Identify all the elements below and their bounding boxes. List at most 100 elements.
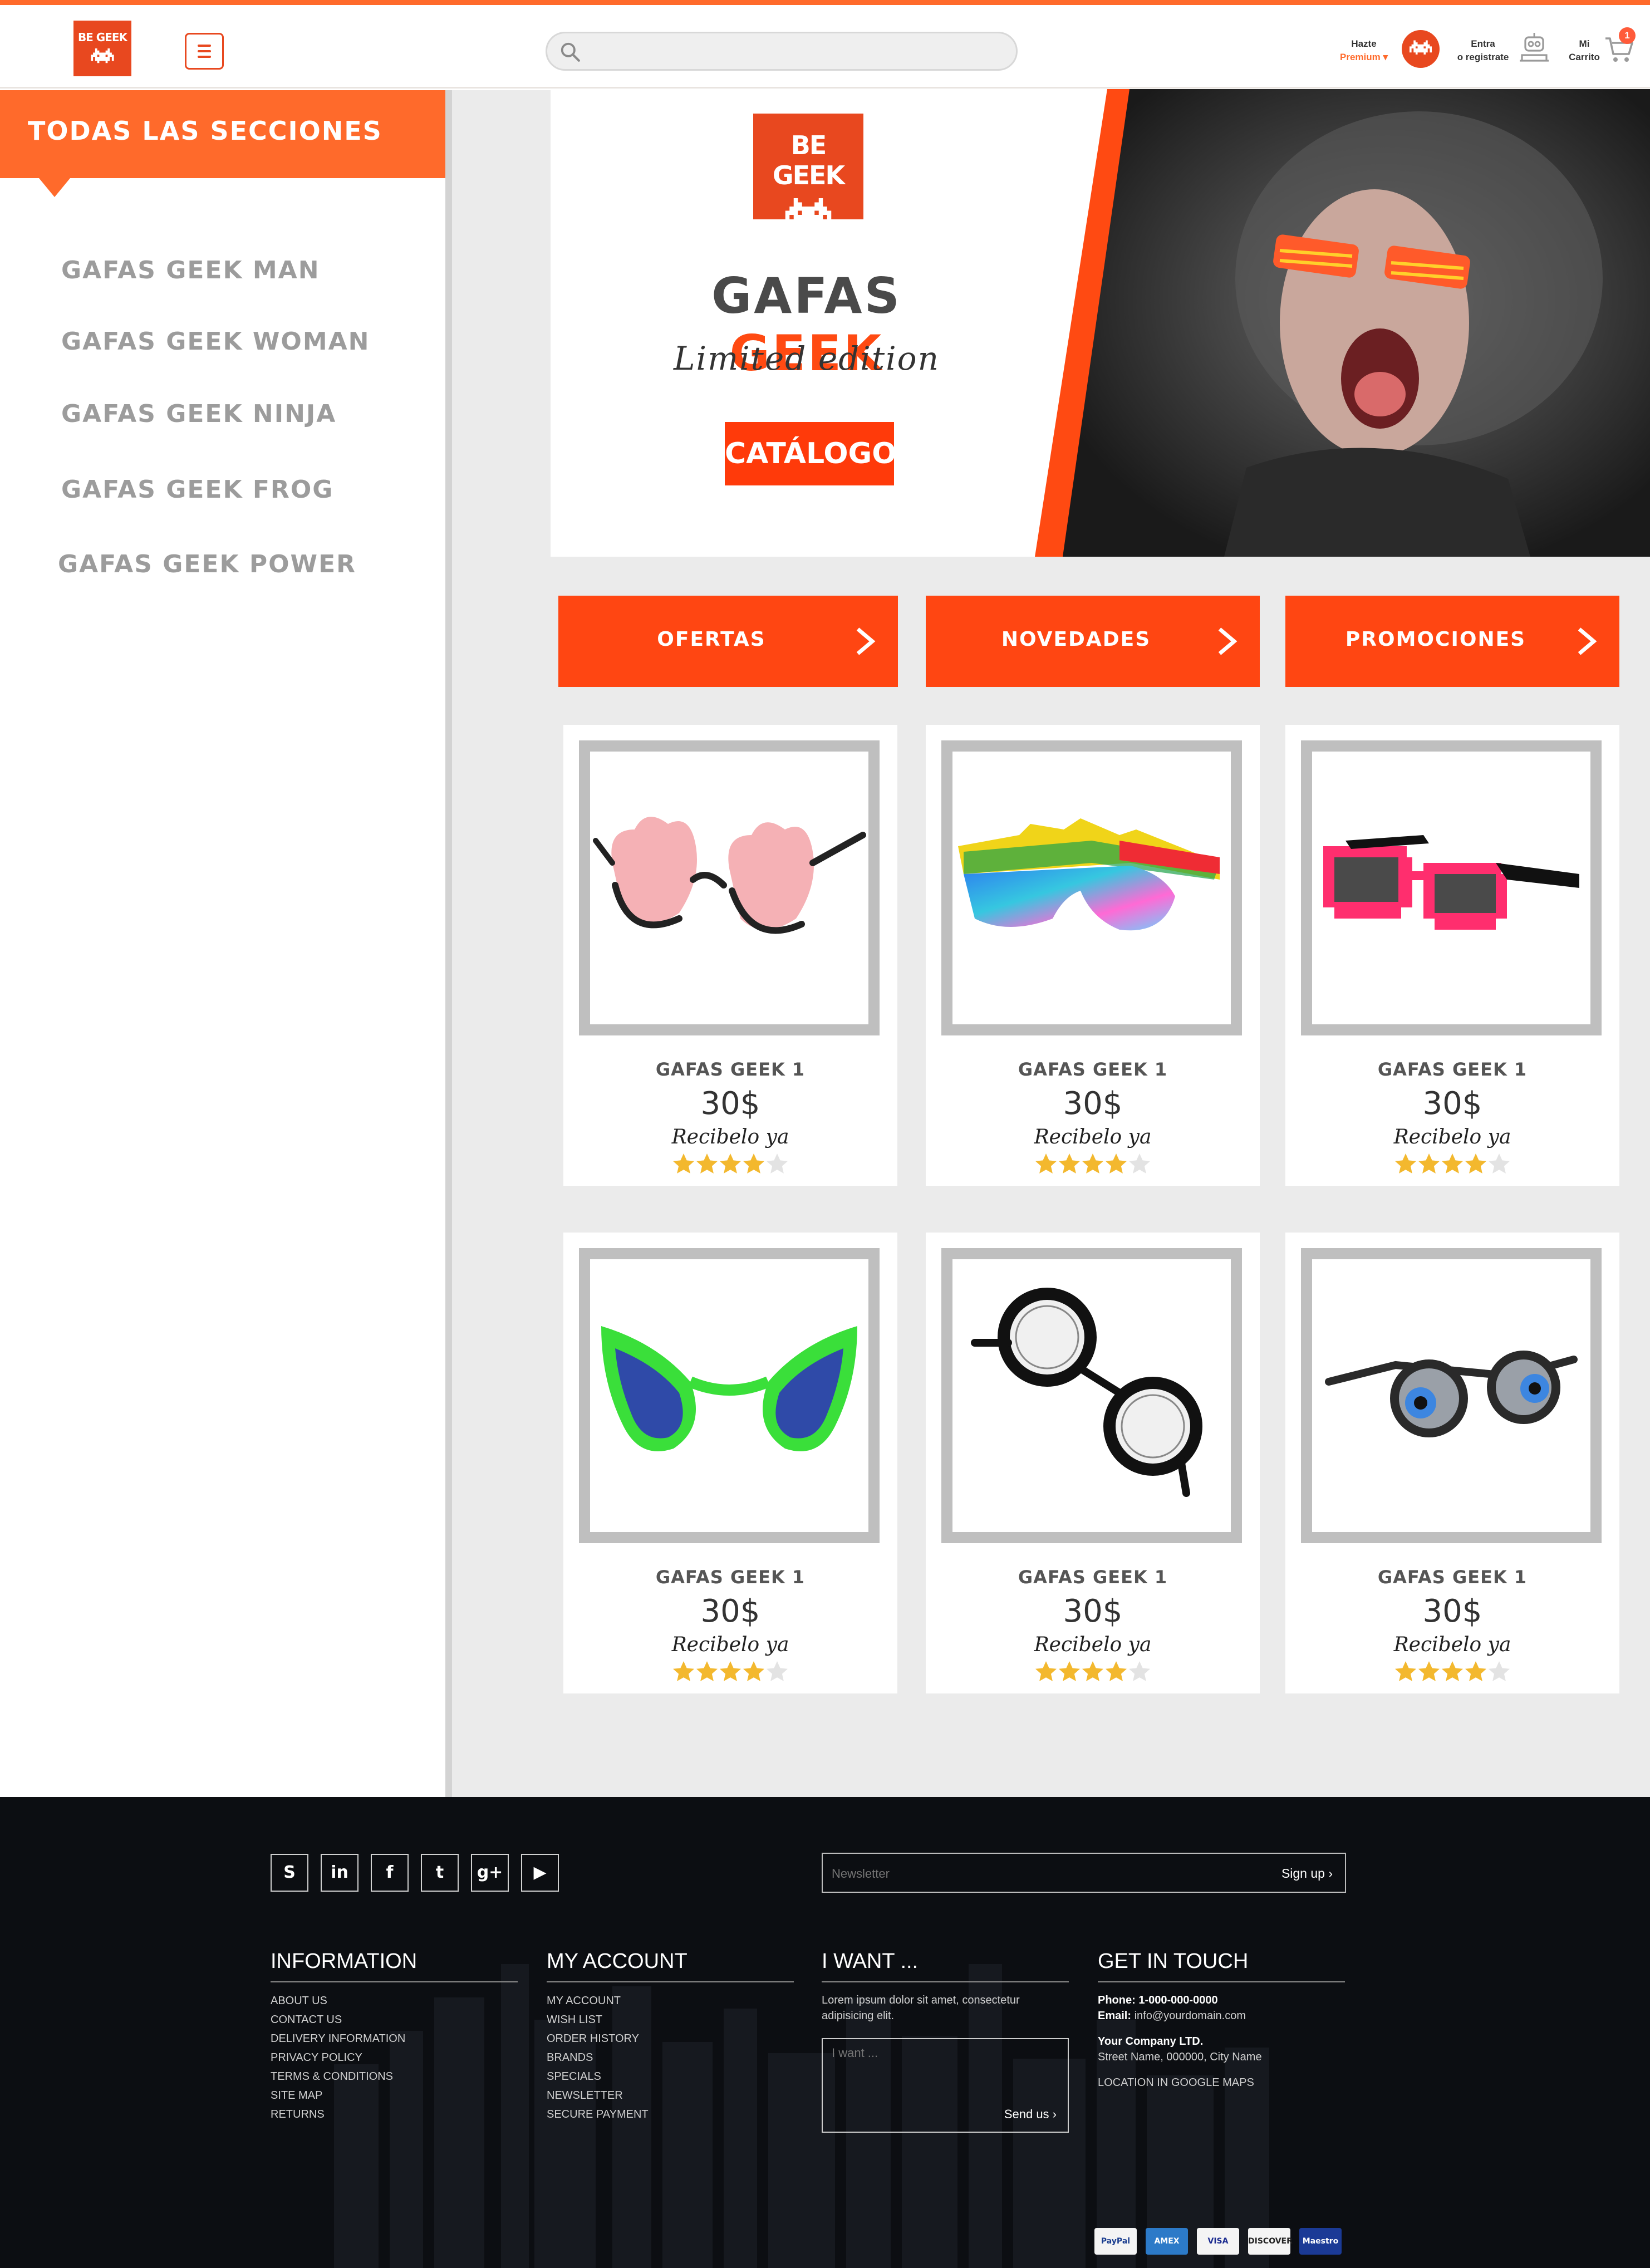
premium-line1: Hazte bbox=[1351, 38, 1377, 49]
invader-icon bbox=[785, 198, 832, 228]
footer-link[interactable]: NEWSLETTER bbox=[547, 2086, 794, 2105]
product-delivery: Recibelo ya bbox=[1034, 1126, 1152, 1148]
site-logo[interactable]: BE GEEK bbox=[73, 21, 131, 76]
product-delivery: Recibelo ya bbox=[1034, 1633, 1152, 1656]
star-filled-icon bbox=[1059, 1153, 1080, 1174]
linkedin-icon[interactable]: in bbox=[321, 1854, 359, 1892]
star-filled-icon bbox=[1035, 1661, 1057, 1681]
category-novedades-button[interactable]: NOVEDADES bbox=[926, 596, 1260, 687]
star-filled-icon bbox=[720, 1153, 741, 1174]
newsletter-input[interactable] bbox=[832, 1864, 1221, 1884]
product-card[interactable]: GAFAS GEEK 1 30$ Recibelo ya bbox=[563, 725, 897, 1186]
cart-line1: Mi bbox=[1579, 38, 1590, 49]
sidebar-item-ninja[interactable]: GAFAS GEEK NINJA bbox=[61, 400, 336, 428]
star-empty-icon bbox=[1129, 1661, 1150, 1681]
sidebar-title: TODAS LAS SECCIONES bbox=[28, 116, 382, 146]
product-image-frame[interactable] bbox=[941, 1248, 1242, 1543]
star-empty-icon bbox=[1489, 1661, 1510, 1681]
contact-email-value[interactable]: info@yourdomain.com bbox=[1135, 2010, 1246, 2022]
youtube-icon[interactable]: ▶ bbox=[521, 1854, 559, 1892]
contact-email-label: Email: bbox=[1098, 2010, 1132, 2022]
footer-link[interactable]: TERMS & CONDITIONS bbox=[271, 2067, 518, 2086]
login-link[interactable]: Entra o registrate bbox=[1450, 37, 1516, 64]
star-filled-icon bbox=[696, 1661, 718, 1681]
footer-link[interactable]: SPECIALS bbox=[547, 2067, 794, 2086]
product-price: 30$ bbox=[1063, 1086, 1123, 1122]
contact-maps-link[interactable]: LOCATION IN GOOGLE MAPS bbox=[1098, 2075, 1345, 2090]
star-filled-icon bbox=[673, 1153, 694, 1174]
footer-link[interactable]: BRANDS bbox=[547, 2048, 794, 2067]
sidebar-item-frog[interactable]: GAFAS GEEK FROG bbox=[61, 475, 333, 504]
search-input[interactable] bbox=[592, 39, 1004, 63]
i-want-textarea[interactable] bbox=[832, 2046, 1054, 2090]
robot-icon[interactable] bbox=[1518, 32, 1551, 65]
send-button[interactable]: Send us › bbox=[1004, 2107, 1057, 2122]
signup-button[interactable]: Sign up › bbox=[1281, 1866, 1333, 1881]
sidebar-item-man[interactable]: GAFAS GEEK MAN bbox=[61, 256, 320, 284]
product-card[interactable]: GAFAS GEEK 1 30$ Recibelo ya bbox=[1285, 1233, 1619, 1693]
product-price: 30$ bbox=[700, 1593, 760, 1629]
star-filled-icon bbox=[1395, 1153, 1416, 1174]
product-card[interactable]: GAFAS GEEK 1 30$ Recibelo ya bbox=[1285, 725, 1619, 1186]
hero-banner[interactable]: BE GEEK GAFAS GEEK Limited edition CATÁL… bbox=[551, 89, 1650, 557]
star-filled-icon bbox=[720, 1661, 741, 1681]
product-name: GAFAS GEEK 1 bbox=[1018, 1567, 1168, 1588]
category-ofertas-button[interactable]: OFERTAS bbox=[558, 596, 898, 687]
footer-link[interactable]: PRIVACY POLICY bbox=[271, 2048, 518, 2067]
maestro-logo: Maestro bbox=[1299, 2228, 1342, 2255]
cart-link[interactable]: Mi Carrito bbox=[1563, 37, 1605, 64]
star-filled-icon bbox=[743, 1661, 764, 1681]
product-image-frame[interactable] bbox=[579, 1248, 880, 1543]
footer-link[interactable]: ORDER HISTORY bbox=[547, 2029, 794, 2048]
product-card[interactable]: GAFAS GEEK 1 30$ Recibelo ya bbox=[563, 1233, 897, 1693]
premium-avatar[interactable] bbox=[1402, 30, 1440, 68]
googleplus-icon[interactable]: g+ bbox=[471, 1854, 509, 1892]
chevron-right-icon bbox=[856, 627, 876, 655]
footer-link[interactable]: CONTACT US bbox=[271, 2010, 518, 2029]
footer-link[interactable]: SITE MAP bbox=[271, 2086, 518, 2105]
search-icon[interactable] bbox=[559, 41, 581, 62]
contact-phone-label: Phone: bbox=[1098, 1994, 1136, 2006]
contact-company: Your Company LTD. bbox=[1098, 2035, 1204, 2048]
product-image-frame[interactable] bbox=[941, 740, 1242, 1035]
skype-icon[interactable]: S bbox=[271, 1854, 308, 1892]
footer-link[interactable]: SECURE PAYMENT bbox=[547, 2105, 794, 2124]
footer-link[interactable]: RETURNS bbox=[271, 2105, 518, 2124]
pixel-pink-glasses-image bbox=[1323, 835, 1579, 930]
twitter-icon[interactable]: t bbox=[421, 1854, 459, 1892]
facebook-icon[interactable]: f bbox=[371, 1854, 409, 1892]
category-promociones-button[interactable]: PROMOCIONES bbox=[1285, 596, 1619, 687]
product-card[interactable]: GAFAS GEEK 1 30$ Recibelo ya bbox=[926, 725, 1260, 1186]
product-rating bbox=[1035, 1153, 1150, 1174]
star-filled-icon bbox=[1059, 1661, 1080, 1681]
footer-link[interactable]: ABOUT US bbox=[271, 1991, 518, 2010]
product-card[interactable]: GAFAS GEEK 1 30$ Recibelo ya bbox=[926, 1233, 1260, 1693]
star-filled-icon bbox=[1442, 1153, 1463, 1174]
product-image-frame[interactable] bbox=[579, 740, 880, 1035]
catalog-button[interactable]: CATÁLOGO bbox=[725, 422, 896, 485]
menu-button[interactable] bbox=[185, 33, 224, 70]
banner-title-part1: GAFAS bbox=[711, 267, 902, 325]
contact-phone-value: 1-000-000-0000 bbox=[1138, 1994, 1218, 2006]
product-image-frame[interactable] bbox=[1301, 1248, 1602, 1543]
product-rating bbox=[1035, 1661, 1150, 1681]
footer-link[interactable]: DELIVERY INFORMATION bbox=[271, 2029, 518, 2048]
sidebar-item-woman[interactable]: GAFAS GEEK WOMAN bbox=[61, 327, 370, 356]
search-bar[interactable] bbox=[546, 32, 1018, 71]
product-rating bbox=[1395, 1661, 1510, 1681]
chevron-right-icon bbox=[1218, 627, 1238, 655]
category-label: PROMOCIONES bbox=[1345, 628, 1526, 651]
footer-my-account: MY ACCOUNT MY ACCOUNT WISH LIST ORDER HI… bbox=[547, 1950, 794, 2124]
product-price: 30$ bbox=[1422, 1593, 1482, 1629]
footer-information: INFORMATION ABOUT US CONTACT US DELIVERY… bbox=[271, 1950, 518, 2124]
footer-link[interactable]: WISH LIST bbox=[547, 2010, 794, 2029]
star-filled-icon bbox=[1082, 1153, 1103, 1174]
premium-link[interactable]: Hazte Premium ▾ bbox=[1336, 37, 1392, 64]
footer-i-want: I WANT ... Lorem ipsum dolor sit amet, c… bbox=[822, 1950, 1069, 2133]
footer-link[interactable]: MY ACCOUNT bbox=[547, 1991, 794, 2010]
footer-contact-title: GET IN TOUCH bbox=[1098, 1950, 1345, 1982]
product-price: 30$ bbox=[1063, 1593, 1123, 1629]
amex-logo: AMEX bbox=[1146, 2228, 1188, 2255]
product-image-frame[interactable] bbox=[1301, 740, 1602, 1035]
sidebar-item-power[interactable]: GAFAS GEEK POWER bbox=[58, 550, 356, 578]
